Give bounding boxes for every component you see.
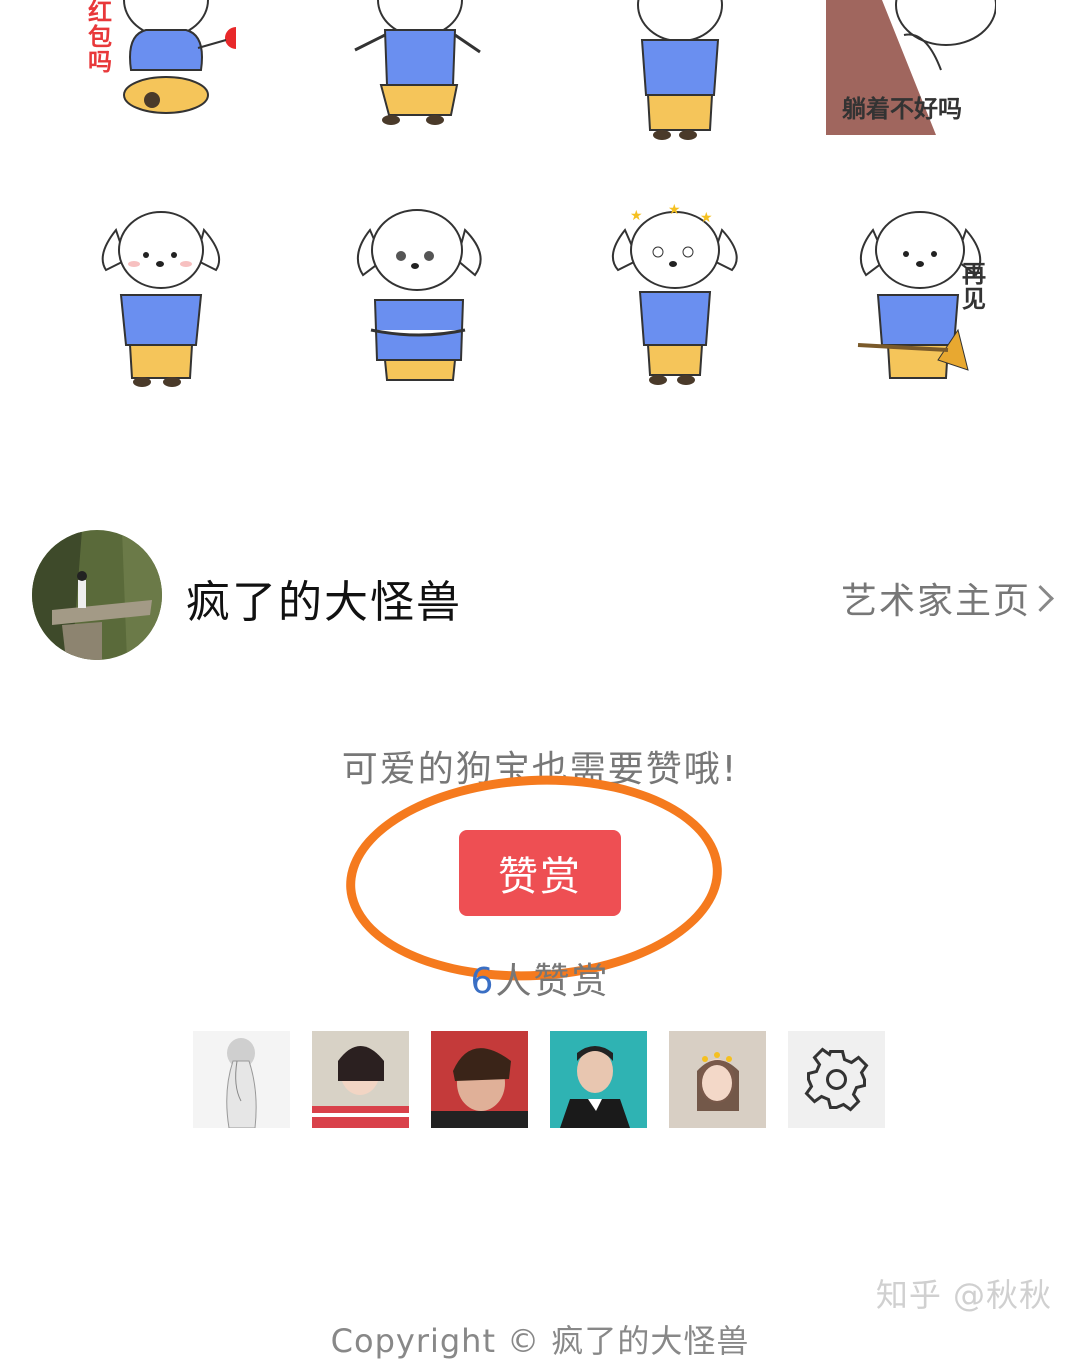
chevron-right-icon — [1027, 584, 1054, 612]
zhihu-watermark: 知乎 @秋秋 — [875, 1276, 1052, 1314]
supporter-avatar-4[interactable] — [550, 1031, 647, 1128]
dog-sticker-image — [356, 209, 482, 381]
sticker-bye[interactable]: 再见 — [848, 200, 1008, 400]
artist-name[interactable]: 疯了的大怪兽 — [186, 566, 462, 630]
dog-sticker-image — [101, 211, 220, 387]
artist-homepage-label: 艺术家主页 — [840, 581, 1031, 622]
artist-homepage-link[interactable]: 艺术家主页 — [840, 572, 1054, 624]
reward-count-number: 6 — [470, 961, 496, 1002]
svg-text:★: ★ — [700, 210, 713, 226]
reward-button[interactable]: 赞赏 — [459, 830, 621, 916]
sticker-dizzy[interactable]: ★ ★ ★ — [600, 200, 750, 400]
anime-boy-avatar-image — [431, 1031, 528, 1128]
supporter-avatar-2[interactable] — [312, 1031, 409, 1128]
sticker-arms-out[interactable] — [345, 0, 495, 140]
gear-icon — [804, 1047, 869, 1112]
reward-prompt: 可爱的狗宝也需要赞哦! — [341, 749, 739, 790]
sketch-girl-avatar-image — [193, 1031, 290, 1128]
sticker-worried[interactable] — [345, 200, 495, 400]
more-supporters-button[interactable] — [788, 1031, 885, 1128]
girl-crown-avatar-image — [669, 1031, 766, 1128]
sticker-caption: 躺着不好吗 — [842, 95, 962, 123]
dog-sticker-image: ★ ★ ★ — [611, 202, 738, 385]
dog-sticker-image — [354, 0, 481, 125]
sticker-lying-peek[interactable]: 躺着不好吗 — [826, 0, 996, 135]
woman-avatar-image — [312, 1031, 409, 1128]
supporter-avatar-1[interactable] — [193, 1031, 290, 1128]
sticker-standing-pout[interactable] — [86, 200, 236, 400]
svg-text:★: ★ — [630, 208, 643, 224]
sticker-standing[interactable] — [600, 0, 750, 150]
sticker-grid: 红包吗 躺着不好吗 ★ ★ ★ 再见 — [0, 0, 1080, 420]
artist-avatar[interactable] — [32, 530, 162, 660]
reward-count: 6人赞赏 — [0, 952, 1080, 1004]
artist-row: 疯了的大怪兽 艺术家主页 — [0, 528, 1080, 662]
sticker-caption: 再见 — [962, 260, 986, 314]
man-tuxedo-avatar-image — [550, 1031, 647, 1128]
supporter-avatar-3[interactable] — [431, 1031, 528, 1128]
sticker-caption: 红包吗 — [88, 0, 112, 77]
supporter-avatar-5[interactable] — [669, 1031, 766, 1128]
sticker-red-envelope[interactable]: 红包吗 — [86, 0, 236, 130]
dog-sticker-image — [637, 0, 723, 140]
artist-avatar-image — [32, 530, 162, 660]
copyright-text: Copyright © 疯了的大怪兽 — [330, 1322, 750, 1360]
svg-text:★: ★ — [668, 202, 681, 218]
reward-count-suffix: 人赞赏 — [495, 961, 610, 1002]
